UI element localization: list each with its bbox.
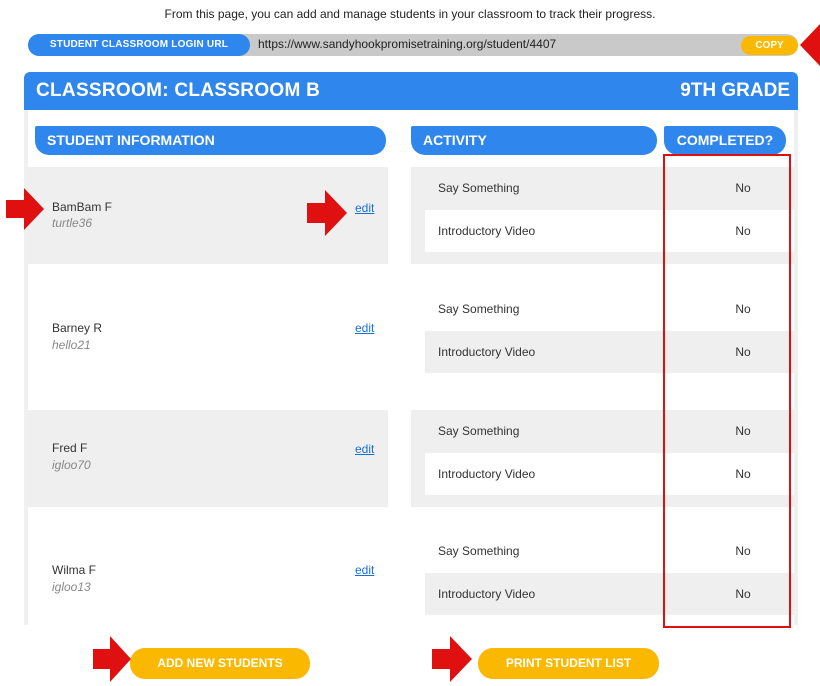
student-info-header: STUDENT INFORMATION: [35, 126, 386, 155]
annotation-arrow-icon: [93, 636, 131, 682]
student-username: igloo13: [52, 580, 91, 594]
activity-name: Introductory Video: [438, 224, 536, 238]
annotation-arrow-icon: [6, 188, 44, 230]
annotation-arrow-icon: [307, 190, 347, 236]
login-url-label: STUDENT CLASSROOM LOGIN URL: [28, 34, 250, 56]
student-username: igloo70: [52, 458, 91, 472]
intro-text: From this page, you can add and manage s…: [164, 7, 656, 21]
activity-name: Say Something: [438, 181, 520, 195]
annotation-arrow-icon: [432, 636, 472, 682]
print-student-list-button[interactable]: PRINT STUDENT LIST: [478, 648, 659, 679]
edit-student-link[interactable]: edit: [355, 442, 374, 456]
activity-name: Introductory Video: [438, 467, 536, 481]
classroom-grade: 9TH GRADE: [680, 80, 790, 101]
student-name: Wilma F: [52, 563, 96, 577]
edit-student-link[interactable]: edit: [355, 563, 374, 577]
activity-name: Say Something: [438, 424, 520, 438]
classroom-title: CLASSROOM: CLASSROOM B: [36, 80, 321, 101]
activity-name: Introductory Video: [438, 587, 536, 601]
student-username: hello21: [52, 338, 91, 352]
student-username: turtle36: [52, 216, 93, 230]
edit-student-link[interactable]: edit: [355, 201, 374, 215]
student-row: [28, 264, 388, 410]
student-name: Barney R: [52, 321, 103, 335]
activity-name: Say Something: [438, 544, 520, 558]
activity-header: ACTIVITY: [411, 126, 657, 155]
add-new-students-button[interactable]: ADD NEW STUDENTS: [130, 648, 310, 679]
student-name: BamBam F: [52, 200, 113, 214]
login-url-value[interactable]: https://www.sandyhookpromisetraining.org…: [258, 34, 556, 56]
completed-highlight-box: [663, 154, 791, 628]
student-name: Fred F: [52, 441, 88, 455]
edit-student-link[interactable]: edit: [355, 321, 374, 335]
completed-header: COMPLETED?: [664, 126, 786, 155]
copy-url-button[interactable]: COPY: [741, 36, 798, 55]
activity-name: Say Something: [438, 302, 520, 316]
annotation-arrow-icon: [800, 24, 820, 66]
activity-name: Introductory Video: [438, 345, 536, 359]
